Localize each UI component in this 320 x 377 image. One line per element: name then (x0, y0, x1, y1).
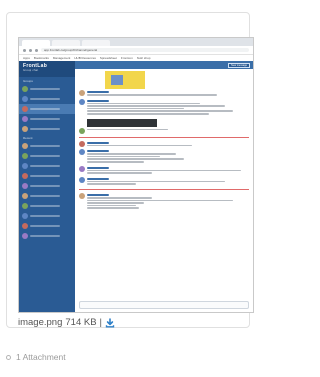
code-block (87, 118, 157, 127)
sidebar-item (19, 211, 75, 221)
file-size: 714 KB (65, 317, 97, 328)
item-placeholder (30, 155, 60, 157)
chat-message (75, 148, 253, 164)
avatar (22, 183, 28, 189)
sidebar-item (19, 84, 75, 94)
avatar (22, 96, 28, 102)
download-icon[interactable] (105, 317, 115, 328)
chat-header: New message (75, 61, 253, 69)
item-placeholder (30, 215, 60, 217)
item-placeholder (30, 108, 60, 110)
avatar (22, 193, 28, 199)
browser-address-bar: app.frontlab.ca/group/#/channel/general (19, 46, 253, 55)
item-placeholder (30, 205, 60, 207)
app-brand: FrontLab Group chat (19, 61, 75, 77)
browser-tab (52, 40, 80, 46)
separator: | (99, 317, 103, 328)
browser-tab (82, 40, 110, 46)
bullet-icon (6, 354, 11, 360)
avatar (79, 140, 85, 147)
chat-message (75, 89, 253, 98)
sidebar-item (19, 141, 75, 151)
avatar (22, 153, 28, 159)
item-placeholder (30, 195, 60, 197)
sidebar-item (19, 231, 75, 241)
avatar (22, 116, 28, 122)
forward-icon (29, 48, 32, 52)
reload-icon (35, 48, 38, 52)
avatar (22, 233, 28, 239)
sidebar-item (19, 94, 75, 104)
avatar (22, 106, 28, 112)
new-messages-divider (79, 136, 249, 138)
back-icon (23, 48, 26, 52)
chat-message (75, 127, 253, 135)
avatar (79, 90, 85, 96)
file-name[interactable]: image.png (18, 317, 62, 328)
sidebar-item (19, 191, 75, 201)
item-placeholder (30, 98, 60, 100)
attachment-meta: image.png 714 KB | (18, 317, 115, 328)
item-placeholder (30, 128, 60, 130)
sidebar-item (19, 161, 75, 171)
sidebar-item (19, 124, 75, 134)
attachment-count[interactable]: 1 Attachment (6, 352, 66, 362)
chat-message (75, 176, 253, 187)
chat-pane: New message (75, 61, 253, 312)
chat-message (75, 98, 253, 117)
avatar (22, 173, 28, 179)
brand-subtitle: Group chat (23, 69, 39, 72)
avatar (22, 163, 28, 169)
avatar (22, 213, 28, 219)
avatar (79, 149, 85, 156)
attachment-preview[interactable]: app.frontlab.ca/group/#/channel/general … (18, 37, 254, 313)
item-placeholder (30, 235, 60, 237)
item-placeholder (30, 225, 60, 227)
url-text: app.frontlab.ca/group/#/channel/general (41, 48, 249, 52)
shared-image (105, 71, 145, 89)
avatar (22, 86, 28, 92)
avatar (22, 223, 28, 229)
sidebar-item (19, 171, 75, 181)
new-message-button: New message (228, 62, 250, 68)
sidebar-item (19, 181, 75, 191)
attachment-count-label: 1 Attachment (16, 352, 66, 362)
avatar (79, 192, 85, 199)
item-placeholder (30, 88, 60, 90)
browser-tab (22, 40, 50, 46)
sidebar-section-groups: Groups (23, 79, 33, 83)
sidebar-item (19, 221, 75, 231)
chat-title-placeholder (78, 63, 79, 67)
avatar (22, 143, 28, 149)
chat-message (75, 165, 253, 176)
avatar (79, 165, 85, 172)
item-placeholder (30, 185, 60, 187)
item-placeholder (30, 118, 60, 120)
item-placeholder (30, 165, 60, 167)
avatar (22, 126, 28, 132)
item-placeholder (30, 145, 60, 147)
sidebar-section-recent: Recent (23, 136, 33, 140)
message-composer (79, 301, 249, 309)
avatar (79, 127, 85, 134)
sidebar-item (19, 151, 75, 161)
chat-message (75, 192, 253, 211)
sidebar-item (19, 114, 75, 124)
browser-tab-strip (19, 38, 253, 46)
avatar (79, 176, 85, 183)
sidebar-item-active (19, 104, 75, 114)
new-messages-divider (79, 188, 249, 190)
chat-app: FrontLab Group chat Groups Recent New me… (19, 61, 253, 312)
chat-sidebar: FrontLab Group chat Groups Recent (19, 61, 75, 312)
chat-message (75, 140, 253, 149)
sidebar-item (19, 201, 75, 211)
avatar (79, 98, 85, 105)
item-placeholder (30, 175, 60, 177)
avatar (22, 203, 28, 209)
